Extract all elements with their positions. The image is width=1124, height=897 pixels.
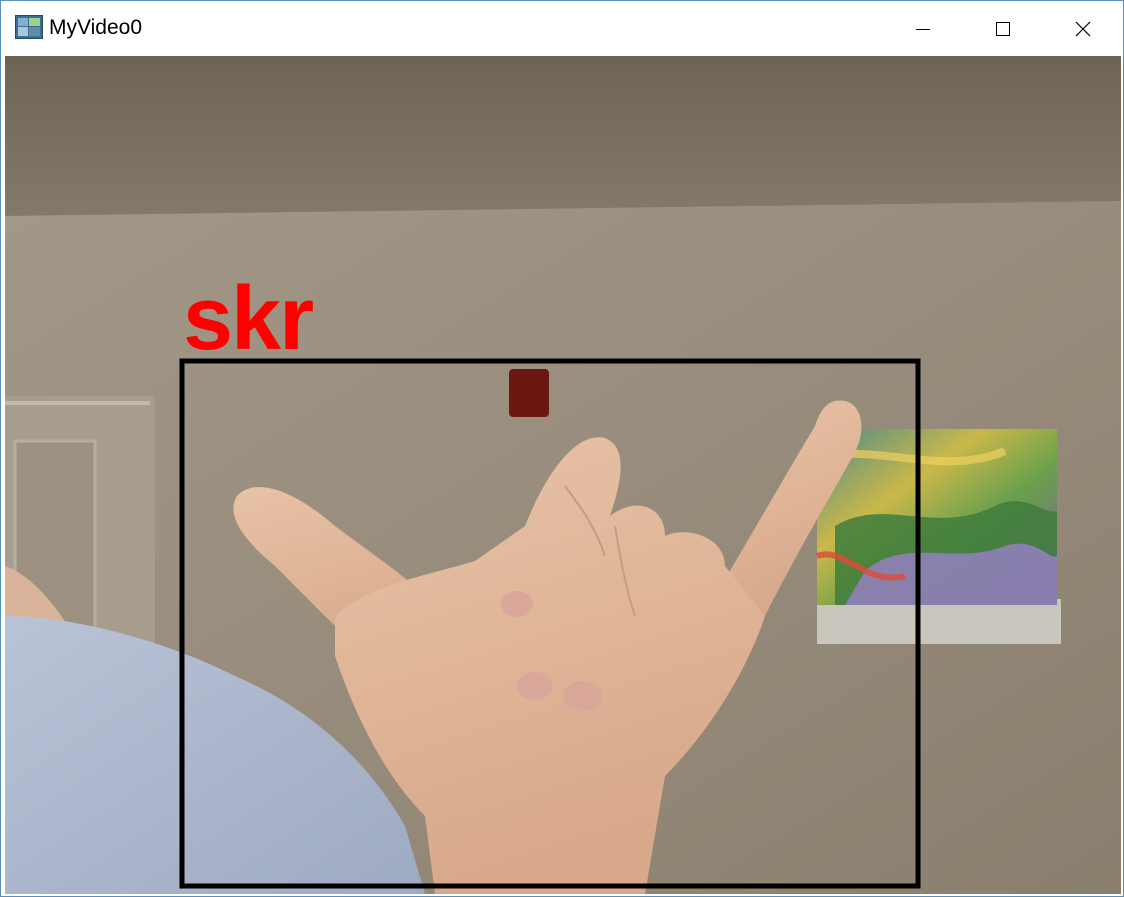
wall-fixture xyxy=(509,369,549,417)
minimize-icon xyxy=(916,28,930,30)
camera-image xyxy=(5,56,1121,894)
close-button[interactable] xyxy=(1043,1,1123,56)
app-icon xyxy=(15,15,43,39)
title-bar[interactable]: MyVideo0 xyxy=(1,1,1123,56)
maximize-icon xyxy=(996,21,1010,36)
ceiling xyxy=(5,56,1121,221)
maximize-button[interactable] xyxy=(963,1,1043,56)
detection-label: skr xyxy=(183,269,314,369)
video-frame: skr xyxy=(5,56,1121,894)
wall-painting xyxy=(815,429,1061,644)
minimize-button[interactable] xyxy=(883,1,963,56)
window-title: MyVideo0 xyxy=(49,16,143,39)
app-window: MyVideo0 skr xyxy=(0,0,1124,897)
close-icon xyxy=(1075,21,1091,36)
